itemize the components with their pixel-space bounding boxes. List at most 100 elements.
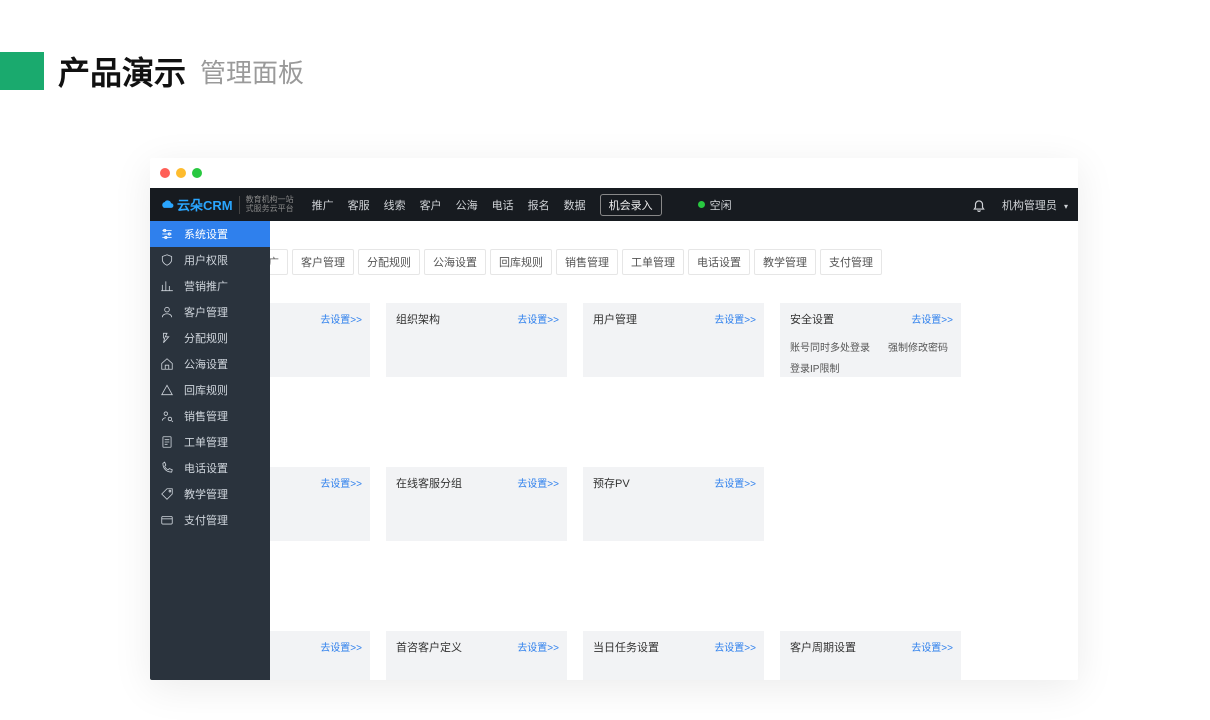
sidebar-item-label: 电话设置 bbox=[184, 460, 228, 476]
sidebar-item-label: 公海设置 bbox=[184, 356, 228, 372]
nav-item[interactable]: 线索 bbox=[384, 197, 406, 213]
sidebar-item[interactable]: 回库规则 bbox=[150, 377, 270, 403]
settings-card: 在线客服分组去设置>> bbox=[386, 467, 567, 541]
settings-card: 客户周期设置 去设置>> bbox=[780, 631, 961, 680]
slide-heading: 产品演示 管理面板 bbox=[0, 48, 304, 94]
sub-tab[interactable]: 客户管理 bbox=[292, 249, 354, 275]
phone-icon bbox=[160, 461, 174, 475]
settings-card: 安全设置去设置>>账号同时多处登录强制修改密码登录IP限制 bbox=[780, 303, 961, 377]
bell-icon[interactable] bbox=[972, 198, 986, 212]
person-icon bbox=[160, 305, 174, 319]
settings-card: 首咨客户定义去设置>> bbox=[386, 631, 567, 680]
nav-item[interactable]: 客户 bbox=[420, 197, 442, 213]
tag-icon bbox=[160, 487, 174, 501]
go-settings-link[interactable]: 去设置>> bbox=[714, 639, 756, 654]
go-settings-link[interactable]: 去设置>> bbox=[320, 639, 362, 654]
sidebar-item[interactable]: 系统设置 bbox=[150, 221, 270, 247]
accent-bar bbox=[0, 52, 44, 90]
sidebar-item[interactable]: 公海设置 bbox=[150, 351, 270, 377]
chevron-down-icon: ▾ bbox=[1064, 202, 1068, 211]
sub-tab[interactable]: 分配规则 bbox=[358, 249, 420, 275]
sub-tab[interactable]: 教学管理 bbox=[754, 249, 816, 275]
sidebar-item[interactable]: 支付管理 bbox=[150, 507, 270, 533]
sidebar-item[interactable]: 营销推广 bbox=[150, 273, 270, 299]
nav-item[interactable]: 报名 bbox=[528, 197, 550, 213]
go-settings-link[interactable]: 去设置>> bbox=[320, 311, 362, 326]
sub-tab[interactable]: 回库规则 bbox=[490, 249, 552, 275]
brand-tagline: 教育机构一站式服务云平台 bbox=[246, 196, 294, 214]
nav-items: 推广客服线索客户公海电话报名数据 bbox=[312, 197, 586, 213]
nav-item[interactable]: 公海 bbox=[456, 197, 478, 213]
sidebar: 系统设置用户权限营销推广客户管理分配规则公海设置回库规则销售管理工单管理电话设置… bbox=[150, 221, 270, 680]
sidebar-item-label: 教学管理 bbox=[184, 486, 228, 502]
card-title: 客户周期设置 bbox=[790, 639, 856, 655]
sub-tab[interactable]: 电话设置 bbox=[688, 249, 750, 275]
sidebar-item-label: 系统设置 bbox=[184, 226, 228, 242]
minimize-dot[interactable] bbox=[176, 168, 186, 178]
card-title: 组织架构 bbox=[396, 311, 440, 327]
flow-icon bbox=[160, 331, 174, 345]
close-dot[interactable] bbox=[160, 168, 170, 178]
sidebar-item[interactable]: 客户管理 bbox=[150, 299, 270, 325]
content-area: 广客户管理分配规则公海设置回库规则销售管理工单管理电话设置教学管理支付管理 去设… bbox=[270, 221, 1078, 680]
go-settings-link[interactable]: 去设置>> bbox=[517, 475, 559, 490]
settings-card: 预存PV 去设置>> bbox=[583, 467, 764, 541]
record-entry-button[interactable]: 机会录入 bbox=[600, 194, 662, 216]
go-settings-link[interactable]: 去设置>> bbox=[517, 639, 559, 654]
sidebar-item[interactable]: 销售管理 bbox=[150, 403, 270, 429]
sub-tab[interactable]: 广 bbox=[270, 249, 288, 275]
chart-icon bbox=[160, 279, 174, 293]
sub-tab[interactable]: 工单管理 bbox=[622, 249, 684, 275]
card-icon bbox=[160, 513, 174, 527]
search-person-icon bbox=[160, 409, 174, 423]
top-nav: 云朵CRM 教育机构一站式服务云平台 推广客服线索客户公海电话报名数据 机会录入… bbox=[150, 188, 1078, 221]
go-settings-link[interactable]: 去设置>> bbox=[911, 311, 953, 326]
brand-separator bbox=[239, 196, 240, 214]
brand-logo: 云朵CRM bbox=[160, 195, 233, 214]
slide-title: 产品演示 bbox=[58, 48, 186, 94]
sliders-icon bbox=[160, 227, 174, 241]
settings-card: 去设置>> bbox=[270, 303, 370, 377]
sidebar-item-label: 分配规则 bbox=[184, 330, 228, 346]
status-text: 空闲 bbox=[710, 197, 732, 213]
go-settings-link[interactable]: 去设置>> bbox=[714, 475, 756, 490]
sidebar-item[interactable]: 电话设置 bbox=[150, 455, 270, 481]
card-title: 预存PV bbox=[593, 475, 630, 491]
go-settings-link[interactable]: 去设置>> bbox=[911, 639, 953, 654]
sub-tab[interactable]: 支付管理 bbox=[820, 249, 882, 275]
card-title: 安全设置 bbox=[790, 311, 834, 327]
app-window: 云朵CRM 教育机构一站式服务云平台 推广客服线索客户公海电话报名数据 机会录入… bbox=[150, 158, 1078, 680]
go-settings-link[interactable]: 去设置>> bbox=[714, 311, 756, 326]
sub-tab[interactable]: 销售管理 bbox=[556, 249, 618, 275]
go-settings-link[interactable]: 去设置>> bbox=[517, 311, 559, 326]
sub-tab[interactable]: 公海设置 bbox=[424, 249, 486, 275]
user-label: 机构管理员 bbox=[1002, 200, 1057, 212]
sidebar-item[interactable]: 工单管理 bbox=[150, 429, 270, 455]
nav-item[interactable]: 推广 bbox=[312, 197, 334, 213]
sidebar-item[interactable]: 用户权限 bbox=[150, 247, 270, 273]
sidebar-item-label: 工单管理 bbox=[184, 434, 228, 450]
user-menu[interactable]: 机构管理员 ▾ bbox=[1002, 197, 1068, 213]
sidebar-item-label: 客户管理 bbox=[184, 304, 228, 320]
settings-cards: 去设置>>组织架构去设置>>用户管理去设置>>安全设置去设置>>账号同时多处登录… bbox=[270, 303, 1078, 680]
status-led-icon bbox=[698, 201, 705, 208]
brand: 云朵CRM 教育机构一站式服务云平台 bbox=[160, 195, 294, 214]
settings-card: 组织架构 去设置>> bbox=[386, 303, 567, 377]
nav-item[interactable]: 客服 bbox=[348, 197, 370, 213]
go-settings-link[interactable]: 去设置>> bbox=[320, 475, 362, 490]
shield-icon bbox=[160, 253, 174, 267]
card-detail-item: 登录IP限制 bbox=[790, 360, 839, 375]
sidebar-item[interactable]: 教学管理 bbox=[150, 481, 270, 507]
sidebar-item-label: 用户权限 bbox=[184, 252, 228, 268]
nav-item[interactable]: 电话 bbox=[492, 197, 514, 213]
sidebar-item-label: 营销推广 bbox=[184, 278, 228, 294]
settings-card: 用户管理 去设置>> bbox=[583, 303, 764, 377]
home-icon bbox=[160, 357, 174, 371]
settings-card: 则去设置>> bbox=[270, 631, 370, 680]
card-detail-item: 账号同时多处登录 bbox=[790, 339, 870, 354]
settings-card: 置去设置>> bbox=[270, 467, 370, 541]
card-title: 用户管理 bbox=[593, 311, 637, 327]
maximize-dot[interactable] bbox=[192, 168, 202, 178]
nav-item[interactable]: 数据 bbox=[564, 197, 586, 213]
sidebar-item[interactable]: 分配规则 bbox=[150, 325, 270, 351]
